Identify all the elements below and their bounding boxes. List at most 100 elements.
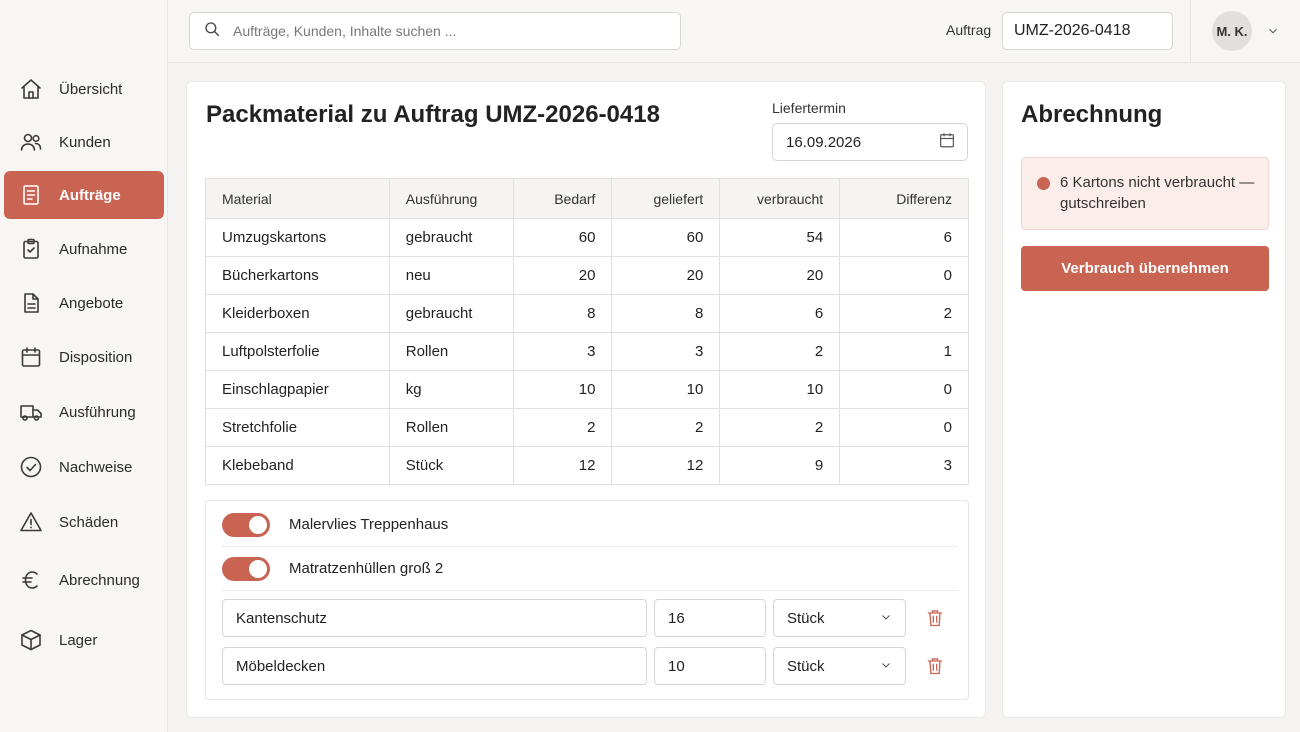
table-cell: 0 bbox=[839, 408, 969, 447]
file-icon bbox=[19, 291, 43, 315]
table-cell: 10 bbox=[611, 370, 721, 409]
box-icon bbox=[19, 628, 43, 652]
calendar-icon bbox=[19, 345, 43, 369]
sidebar-item-ausfuehrung[interactable]: Ausführung bbox=[4, 388, 164, 436]
sidebar-item-kunden[interactable]: Kunden bbox=[4, 118, 164, 166]
sidebar-item-abrechnung[interactable]: Abrechnung bbox=[4, 556, 164, 604]
sidebar-item-disposition[interactable]: Disposition bbox=[4, 333, 164, 381]
liefertermin-label: Liefertermin bbox=[772, 100, 846, 116]
table-row: Klebeband Stück 12 12 9 3 bbox=[205, 446, 969, 485]
table-cell: 2 bbox=[839, 294, 969, 333]
unit-select[interactable]: Stück bbox=[773, 647, 906, 685]
sidebar-item-uebersicht[interactable]: Übersicht bbox=[4, 65, 164, 113]
sidebar-item-label: Ausführung bbox=[59, 403, 136, 421]
column-header: Bedarf bbox=[512, 178, 613, 219]
auftrag-input[interactable] bbox=[1002, 12, 1173, 50]
table-cell: 9 bbox=[719, 446, 841, 485]
top-bar: Auftrag M. K. bbox=[168, 0, 1300, 63]
toggle-label: Matratzenhüllen groß 2 bbox=[289, 560, 444, 577]
sidebar-item-label: Übersicht bbox=[59, 80, 123, 98]
home-icon bbox=[19, 77, 43, 101]
table-cell: Rollen bbox=[388, 408, 514, 447]
calendar-icon[interactable] bbox=[938, 131, 956, 153]
warning-icon bbox=[19, 510, 43, 534]
table-cell: Einschlagpapier bbox=[205, 370, 390, 409]
status-dot bbox=[1037, 177, 1050, 190]
sidebar-item-lager[interactable]: Lager bbox=[4, 616, 164, 664]
clipboard-icon bbox=[19, 237, 43, 261]
check-circle-icon bbox=[19, 455, 43, 479]
table-cell: Luftpolsterfolie bbox=[205, 332, 390, 371]
users-icon bbox=[19, 130, 43, 154]
table-cell: gebraucht bbox=[388, 294, 514, 333]
table-cell: Umzugskartons bbox=[205, 218, 390, 257]
topbar-divider bbox=[1190, 0, 1191, 63]
chevron-down-icon[interactable] bbox=[1266, 24, 1280, 38]
table-row: Umzugskartons gebraucht 60 60 54 6 bbox=[205, 218, 969, 257]
table-cell: 60 bbox=[512, 218, 613, 257]
column-header: Differenz bbox=[839, 178, 969, 219]
table-cell: 2 bbox=[719, 332, 841, 371]
sidebar-item-label: Schäden bbox=[59, 513, 119, 531]
table-cell: 8 bbox=[512, 294, 613, 333]
liefertermin-field[interactable]: 16.09.2026 bbox=[772, 123, 968, 161]
toggle-switch[interactable] bbox=[222, 512, 270, 537]
table-cell: Stretchfolie bbox=[205, 408, 390, 447]
notice-text: 6 Kartons nicht verbraucht — gutschreibe… bbox=[1060, 174, 1255, 212]
unit-select-value: Stück bbox=[787, 609, 825, 627]
avatar[interactable]: M. K. bbox=[1212, 11, 1252, 51]
table-cell: neu bbox=[388, 256, 514, 295]
table-cell: gebraucht bbox=[388, 218, 514, 257]
column-header: Material bbox=[205, 178, 390, 219]
toggle-label: Malervlies Treppenhaus bbox=[289, 516, 449, 533]
billing-card: Abrechnung 6 Kartons nicht verbraucht — … bbox=[1002, 81, 1286, 718]
unit-select[interactable]: Stück bbox=[773, 599, 906, 637]
table-cell: 1 bbox=[839, 332, 969, 371]
search-input[interactable] bbox=[233, 23, 653, 39]
sidebar-item-label: Kunden bbox=[59, 133, 111, 151]
table-row: Kleiderboxen gebraucht 8 8 6 2 bbox=[205, 294, 969, 333]
search-box[interactable] bbox=[189, 12, 681, 50]
table-cell: Bücherkartons bbox=[205, 256, 390, 295]
table-cell: 20 bbox=[719, 256, 841, 295]
table-cell: 10 bbox=[512, 370, 613, 409]
item-name-input[interactable] bbox=[222, 599, 647, 637]
sidebar-item-label: Angebote bbox=[59, 294, 124, 312]
sidebar-item-schaeden[interactable]: Schäden bbox=[4, 498, 164, 546]
extras-panel: Malervlies Treppenhaus Matratzenhüllen g… bbox=[205, 500, 969, 700]
chevron-down-icon bbox=[880, 610, 892, 627]
table-cell: 12 bbox=[611, 446, 721, 485]
sidebar-item-label: Lager bbox=[59, 631, 98, 649]
table-cell: 54 bbox=[719, 218, 841, 257]
page-title: Packmaterial zu Auftrag UMZ-2026-0418 bbox=[206, 101, 660, 128]
table-row: Stretchfolie Rollen 2 2 2 0 bbox=[205, 408, 969, 447]
sidebar-item-angebote[interactable]: Angebote bbox=[4, 279, 164, 327]
toggle-row: Matratzenhüllen groß 2 bbox=[222, 547, 958, 591]
item-quantity-input[interactable] bbox=[654, 599, 766, 637]
verbrauch-uebernehmen-button[interactable]: Verbrauch übernehmen bbox=[1021, 246, 1269, 291]
table-cell: 0 bbox=[839, 256, 969, 295]
table-cell: 20 bbox=[611, 256, 721, 295]
sidebar-item-nachweise[interactable]: Nachweise bbox=[4, 443, 164, 491]
material-table: Material Ausführung Bedarf geliefert ver… bbox=[205, 178, 969, 485]
billing-title: Abrechnung bbox=[1021, 101, 1163, 128]
billing-notice: 6 Kartons nicht verbraucht — gutschreibe… bbox=[1021, 157, 1269, 230]
item-name-input[interactable] bbox=[222, 647, 647, 685]
table-cell: 3 bbox=[839, 446, 969, 485]
trash-icon[interactable] bbox=[925, 656, 945, 676]
item-quantity-input[interactable] bbox=[654, 647, 766, 685]
sidebar-item-auftraege[interactable]: Aufträge bbox=[4, 171, 164, 219]
table-cell: 3 bbox=[611, 332, 721, 371]
toggle-row: Malervlies Treppenhaus bbox=[222, 503, 958, 547]
table-cell: 3 bbox=[512, 332, 613, 371]
table-cell: Kleiderboxen bbox=[205, 294, 390, 333]
liefertermin-value: 16.09.2026 bbox=[786, 133, 862, 151]
table-cell: 60 bbox=[611, 218, 721, 257]
trash-icon[interactable] bbox=[925, 608, 945, 628]
extra-item-row: Stück bbox=[222, 599, 958, 637]
table-cell: Klebeband bbox=[205, 446, 390, 485]
toggle-switch[interactable] bbox=[222, 556, 270, 581]
sidebar-item-aufnahme[interactable]: Aufnahme bbox=[4, 225, 164, 273]
packmaterial-card: Packmaterial zu Auftrag UMZ-2026-0418 Li… bbox=[186, 81, 986, 718]
sidebar-item-label: Nachweise bbox=[59, 458, 133, 476]
